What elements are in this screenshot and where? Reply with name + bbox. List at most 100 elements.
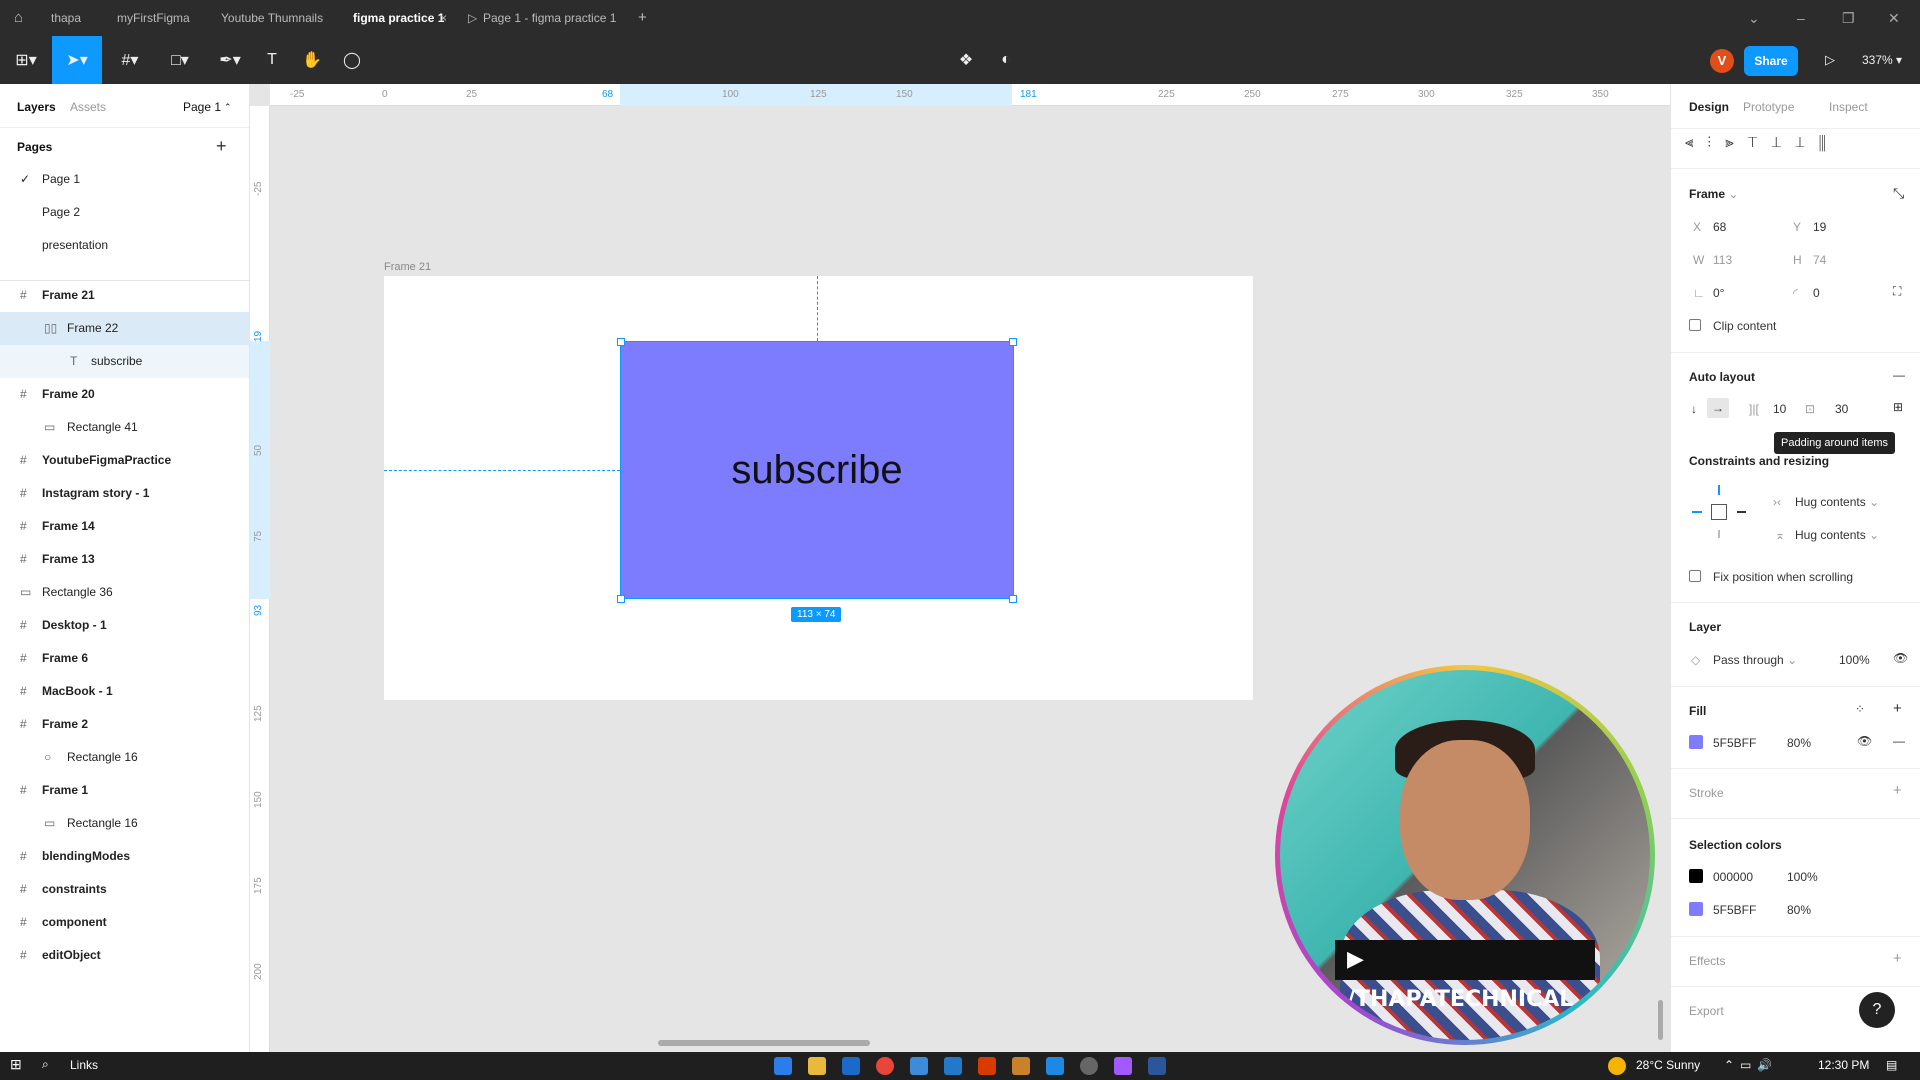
edge-icon[interactable] — [774, 1057, 792, 1075]
vscode-icon[interactable] — [944, 1057, 962, 1075]
collapse-icon[interactable]: ⤡ — [1893, 185, 1904, 202]
file-explorer-icon[interactable] — [808, 1057, 826, 1075]
layer-desktop-1[interactable]: # Desktop - 1 — [0, 609, 249, 642]
tab-youtube-thumnails[interactable]: Youtube Thumnails — [221, 0, 323, 36]
resize-handle-top-left[interactable] — [617, 338, 625, 346]
remove-auto-layout-icon[interactable]: — — [1893, 368, 1905, 382]
layer-rectangle-16[interactable]: ○ Rectangle 16 — [0, 741, 249, 774]
search-icon[interactable]: ⌕ — [42, 1057, 49, 1072]
x-input[interactable]: 68 — [1713, 220, 1726, 234]
vertical-resizing-select[interactable]: Hug contents ⌄ — [1795, 528, 1879, 542]
layer-frame-13[interactable]: # Frame 13 — [0, 543, 249, 576]
contrast-icon[interactable]: ◐ — [992, 36, 1020, 84]
layer-macbook-1[interactable]: # MacBook - 1 — [0, 675, 249, 708]
minimize-icon[interactable]: – — [1797, 0, 1805, 36]
constraints-widget[interactable] — [1689, 482, 1749, 542]
constraint-left[interactable] — [1692, 511, 1702, 513]
vertical-direction-icon[interactable]: ↓ — [1691, 402, 1697, 416]
spacing-input[interactable]: 10 — [1773, 402, 1786, 416]
add-effect-icon[interactable]: + — [1893, 950, 1902, 967]
selection-color-hex[interactable]: 000000 — [1713, 870, 1753, 884]
layer-opacity-input[interactable]: 100% — [1839, 653, 1870, 667]
tab-assets[interactable]: Assets — [70, 100, 106, 114]
text-tool-icon[interactable]: T — [258, 36, 286, 84]
new-tab-icon[interactable]: + — [638, 0, 647, 36]
help-icon[interactable]: ? — [1859, 992, 1895, 1028]
selection-color-hex[interactable]: 5F5BFF — [1713, 903, 1756, 917]
add-fill-icon[interactable]: + — [1893, 700, 1902, 717]
constraint-right[interactable] — [1737, 511, 1746, 513]
chevron-down-icon[interactable]: ⌄ — [1748, 0, 1760, 36]
hand-tool-icon[interactable]: ✋ — [298, 36, 326, 84]
layer-rectangle-41[interactable]: ▭ Rectangle 41 — [0, 411, 249, 444]
component-icon[interactable]: ❖ — [952, 36, 980, 84]
office-icon[interactable] — [978, 1057, 996, 1075]
main-menu-icon[interactable]: ⊞▾ — [8, 36, 44, 84]
horizontal-scrollbar[interactable] — [658, 1040, 870, 1046]
tab-prototype[interactable]: Prototype — [1743, 100, 1794, 114]
present-play-icon[interactable]: ▷ — [1816, 36, 1844, 84]
layer-rectangle-36[interactable]: ▭ Rectangle 36 — [0, 576, 249, 609]
sublime-icon[interactable] — [1012, 1057, 1030, 1075]
layer-constraints[interactable]: # constraints — [0, 873, 249, 906]
clip-content-checkbox[interactable] — [1689, 319, 1701, 331]
rotation-input[interactable]: 0° — [1713, 286, 1724, 300]
selection-color-opacity[interactable]: 80% — [1787, 903, 1811, 917]
eye-icon[interactable]: 👁 — [1857, 734, 1872, 748]
selection-color-opacity[interactable]: 100% — [1787, 870, 1818, 884]
restore-icon[interactable]: ❐ — [1842, 0, 1855, 36]
tab-myfirstfigma[interactable]: myFirstFigma — [117, 0, 190, 36]
resize-handle-top-right[interactable] — [1009, 338, 1017, 346]
page-item-page-2[interactable]: Page 2 — [0, 196, 249, 229]
page-item-page-1[interactable]: ✓ Page 1 — [0, 163, 249, 196]
settings-icon[interactable] — [1080, 1057, 1098, 1075]
alignment-icon[interactable]: ⊞ — [1893, 400, 1903, 414]
comment-tool-icon[interactable]: ◯ — [338, 36, 366, 84]
align-toolbar[interactable]: ⫷⫶⫸⊤⊥⊥⫼ — [1685, 134, 1840, 151]
close-window-icon[interactable]: ✕ — [1888, 0, 1900, 36]
layer-frame-20[interactable]: # Frame 20 — [0, 378, 249, 411]
styles-icon[interactable]: ⁘ — [1855, 702, 1865, 716]
constraint-top[interactable] — [1718, 485, 1720, 495]
app-icon[interactable] — [910, 1057, 928, 1075]
layer-subscribe[interactable]: Tsubscribe — [0, 345, 249, 378]
pen-tool-icon[interactable]: ✒▾ — [210, 36, 250, 84]
layer-instagram-story-1[interactable]: # Instagram story - 1 — [0, 477, 249, 510]
move-tool-icon[interactable]: ➤▾ — [52, 36, 102, 84]
vertical-scrollbar[interactable] — [1658, 1000, 1663, 1040]
frame-22-subscribe-button[interactable]: subscribe — [620, 341, 1014, 599]
add-stroke-icon[interactable]: + — [1893, 782, 1902, 799]
frame-tool-icon[interactable]: #▾ — [110, 36, 150, 84]
layer-youtubefigmapractice[interactable]: # YoutubeFigmaPractice — [0, 444, 249, 477]
system-tray-icons[interactable]: ⌃▭🔊 — [1724, 1058, 1778, 1072]
selection-color-swatch[interactable] — [1689, 902, 1703, 916]
fix-position-checkbox[interactable] — [1689, 570, 1701, 582]
windows-start-icon[interactable]: ⊞ — [10, 1056, 22, 1073]
weather-text[interactable]: 28°C Sunny — [1636, 1058, 1700, 1072]
page-item-presentation[interactable]: presentation — [0, 229, 249, 262]
blend-mode-select[interactable]: Pass through ⌄ — [1713, 653, 1797, 667]
fill-opacity-input[interactable]: 80% — [1787, 736, 1811, 750]
horizontal-resizing-select[interactable]: Hug contents ⌄ — [1795, 495, 1879, 509]
clock[interactable]: 12:30 PM — [1818, 1058, 1869, 1072]
mail-icon[interactable] — [842, 1057, 860, 1075]
fill-swatch[interactable] — [1689, 735, 1703, 749]
constraint-bottom[interactable] — [1718, 530, 1720, 538]
zoom-level[interactable]: 337% ▾ — [1862, 53, 1902, 67]
tab-figma-practice-1[interactable]: figma practice 1 — [353, 0, 444, 36]
layer-component[interactable]: # component — [0, 906, 249, 939]
layer-editobject[interactable]: # editObject — [0, 939, 249, 972]
layer-blendingmodes[interactable]: # blendingModes — [0, 840, 249, 873]
layer-frame-1[interactable]: # Frame 1 — [0, 774, 249, 807]
independent-corners-icon[interactable]: ⛶ — [1893, 284, 1901, 299]
chevron-up-icon[interactable]: ⌃ — [224, 102, 232, 113]
share-button[interactable]: Share — [1744, 46, 1798, 76]
taskbar-search-label[interactable]: Links — [70, 1058, 98, 1072]
y-input[interactable]: 19 — [1813, 220, 1826, 234]
layer-frame-6[interactable]: # Frame 6 — [0, 642, 249, 675]
chrome-icon[interactable] — [876, 1057, 894, 1075]
figma-icon[interactable] — [1114, 1057, 1132, 1075]
tab-design[interactable]: Design — [1689, 100, 1729, 114]
eye-icon[interactable]: 👁 — [1893, 651, 1908, 665]
resize-handle-bottom-right[interactable] — [1009, 595, 1017, 603]
